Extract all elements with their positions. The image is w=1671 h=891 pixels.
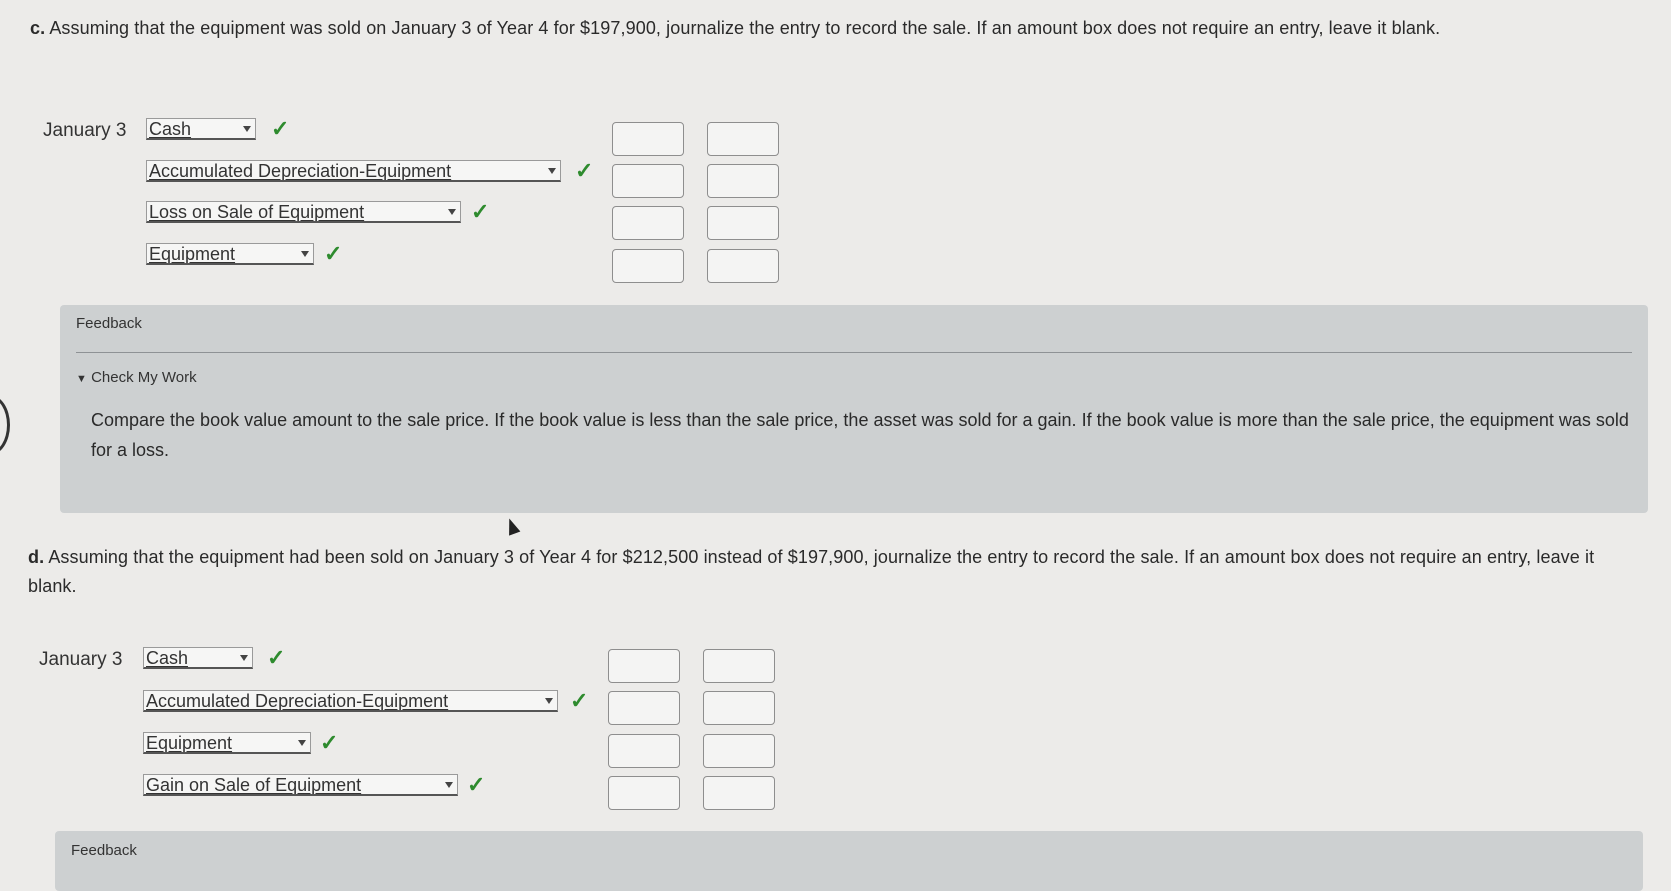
credit-input-c-2[interactable] (707, 164, 779, 198)
credit-input-c-4[interactable] (707, 249, 779, 283)
feedback-title-c: Feedback (76, 315, 142, 332)
account-select-label: Equipment (149, 244, 236, 264)
check-my-work-label: Check My Work (91, 369, 197, 386)
check-my-work-toggle[interactable]: ▼ Check My Work (76, 369, 197, 386)
dropdown-arrow-icon (445, 782, 453, 788)
account-select-d-1[interactable]: Cash (143, 647, 253, 669)
account-select-c-1[interactable]: Cash (146, 118, 256, 140)
credit-input-d-2[interactable] (703, 691, 775, 725)
account-select-c-4[interactable]: Equipment (146, 243, 314, 265)
debit-input-d-3[interactable] (608, 734, 680, 768)
checkmark-icon: ✓ (575, 158, 594, 183)
collapse-triangle-icon: ▼ (76, 373, 87, 385)
checkmark-icon: ✓ (320, 730, 339, 755)
question-c-prefix: c. (30, 18, 46, 38)
account-select-d-3[interactable]: Equipment (143, 732, 311, 754)
debit-input-d-1[interactable] (608, 649, 680, 683)
checkmark-icon: ✓ (471, 199, 490, 224)
date-d: January 3 (39, 649, 123, 670)
account-select-label: Cash (149, 119, 192, 139)
checkmark-icon: ✓ (271, 116, 290, 141)
dropdown-arrow-icon (298, 740, 306, 746)
debit-input-d-2[interactable] (608, 691, 680, 725)
radio-circle-icon (0, 395, 10, 455)
checkmark-icon: ✓ (467, 772, 486, 797)
credit-input-c-3[interactable] (707, 206, 779, 240)
feedback-title-d: Feedback (71, 842, 137, 859)
account-select-label: Equipment (146, 733, 233, 753)
checkmark-icon: ✓ (324, 241, 343, 266)
feedback-text-c: Compare the book value amount to the sal… (91, 410, 1629, 460)
dropdown-arrow-icon (301, 251, 309, 257)
debit-input-d-4[interactable] (608, 776, 680, 810)
checkmark-icon: ✓ (267, 645, 286, 670)
dropdown-arrow-icon (548, 168, 556, 174)
account-select-label: Accumulated Depreciation-Equipment (146, 691, 449, 711)
account-select-label: Cash (146, 648, 189, 668)
dropdown-arrow-icon (448, 209, 456, 215)
account-select-c-2[interactable]: Accumulated Depreciation-Equipment (146, 160, 561, 182)
question-c: c. Assuming that the equipment was sold … (30, 14, 1630, 43)
debit-input-c-1[interactable] (612, 122, 684, 156)
question-c-text: Assuming that the equipment was sold on … (49, 18, 1441, 38)
credit-input-d-1[interactable] (703, 649, 775, 683)
account-select-d-2[interactable]: Accumulated Depreciation-Equipment (143, 690, 558, 712)
question-d-prefix: d. (28, 547, 45, 567)
mouse-cursor-icon (503, 516, 521, 536)
checkmark-icon: ✓ (570, 688, 589, 713)
credit-input-c-1[interactable] (707, 122, 779, 156)
debit-input-c-4[interactable] (612, 249, 684, 283)
account-select-label: Loss on Sale of Equipment (149, 202, 365, 222)
question-d-text: Assuming that the equipment had been sol… (28, 547, 1595, 596)
account-select-label: Gain on Sale of Equipment (146, 775, 362, 795)
debit-input-c-2[interactable] (612, 164, 684, 198)
dropdown-arrow-icon (243, 126, 251, 132)
question-d: d. Assuming that the equipment had been … (28, 543, 1628, 601)
feedback-panel-d (55, 831, 1643, 891)
dropdown-arrow-icon (240, 655, 248, 661)
account-select-d-4[interactable]: Gain on Sale of Equipment (143, 774, 458, 796)
account-select-label: Accumulated Depreciation-Equipment (149, 161, 452, 181)
debit-input-c-3[interactable] (612, 206, 684, 240)
feedback-divider (76, 352, 1632, 353)
date-c: January 3 (43, 120, 127, 141)
account-select-c-3[interactable]: Loss on Sale of Equipment (146, 201, 461, 223)
dropdown-arrow-icon (545, 698, 553, 704)
credit-input-d-4[interactable] (703, 776, 775, 810)
credit-input-d-3[interactable] (703, 734, 775, 768)
